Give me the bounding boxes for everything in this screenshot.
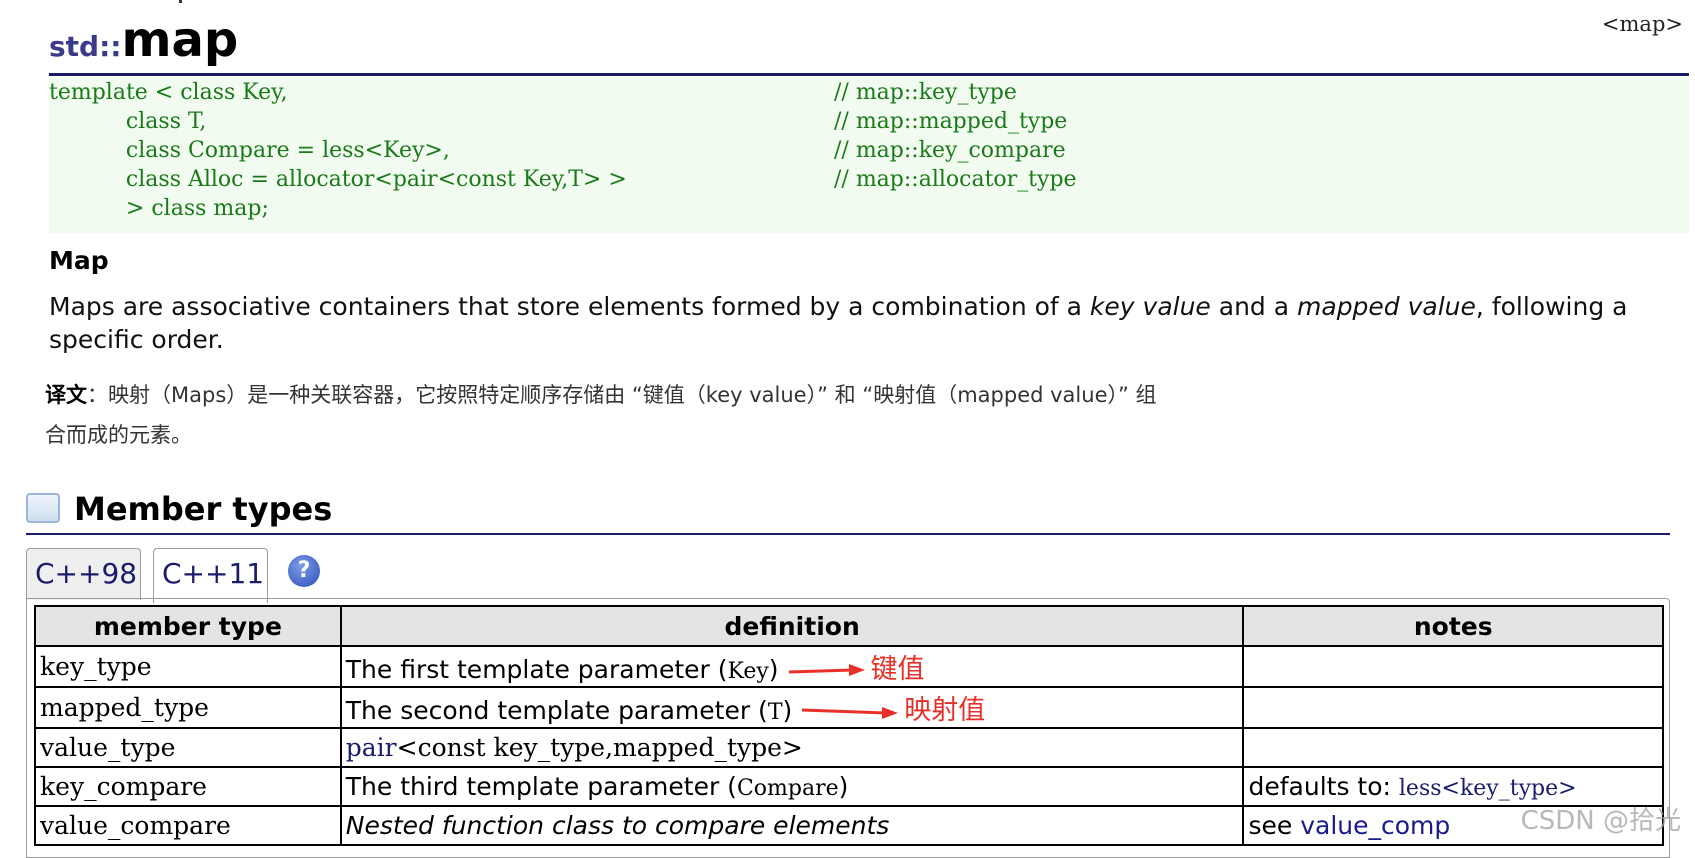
title-rule [49,73,1689,76]
code-comment: // map::key_compare [834,138,1066,163]
title-name: map [121,12,239,68]
watermark: CSDN @拾光 [1520,806,1681,836]
table-row: value_compare Nested function class to c… [34,805,1664,846]
tab-cpp98[interactable]: C++98 [26,548,141,600]
type-cell: key_compare [34,766,342,807]
template-declaration: template < class Key, // map::key_type c… [49,78,1689,233]
translation-label: 译文 [45,383,87,407]
code-line: template < class Key, [49,80,288,105]
definition-cell: The third template parameter (Compare) [339,766,1245,807]
annotation-mapped-value: 映射值 [904,695,986,726]
title-namespace: std:: [49,30,122,63]
definition-cell: The second template parameter (T) 映射值 [339,686,1245,729]
translation-paragraph: 译文：映射（Maps）是一种关联容器，它按照特定顺序存储由 “键值（key va… [45,375,1175,455]
code-comment: // map::key_type [834,80,1017,105]
help-icon[interactable]: ? [288,555,320,587]
code-line: class Alloc = allocator<pair<const Key,T… [49,167,627,192]
table-header-row: member type definition notes [34,605,1664,647]
notes-cell [1242,645,1664,688]
column-header: definition [339,605,1245,647]
header-reference[interactable]: <map> [1602,12,1683,36]
type-cell: mapped_type [34,686,342,729]
member-types-table: member type definition notes key_type Th… [34,605,1664,846]
definition-cell: Nested function class to compare element… [339,805,1245,846]
type-cell: key_type [34,645,342,688]
notes-cell [1242,686,1664,729]
translation-text: ：映射（Maps）是一种关联容器，它按照特定顺序存储由 “键值（key valu… [45,383,1157,447]
notes-cell [1242,727,1664,768]
tab-cpp11[interactable]: C++11 [153,548,268,603]
red-arrow-icon [788,664,865,676]
type-cell: value_type [34,727,342,768]
column-header: member type [34,605,342,647]
definition-cell: The first template parameter (Key) 键值 [339,645,1245,688]
stray-dot [179,0,182,3]
less-link[interactable]: less<key_type> [1399,776,1577,801]
table-row: value_type pair<const key_type,mapped_ty… [34,727,1664,768]
section-icon [26,493,60,523]
member-types-rule [26,533,1670,535]
annotation-key-value: 键值 [870,654,925,685]
table-row: key_type The first template parameter (K… [34,645,1664,688]
column-header: notes [1242,605,1664,647]
type-cell: value_compare [34,805,342,846]
definition-cell: pair<const key_type,mapped_type> [339,727,1245,768]
red-arrow-icon [802,707,899,719]
code-line: > class map; [49,196,269,221]
code-line: class Compare = less<Key>, [49,138,450,163]
pair-link[interactable]: pair [346,733,397,762]
description: Maps are associative containers that sto… [49,292,1628,354]
code-comment: // map::mapped_type [834,109,1068,134]
section-heading-map: Map [49,246,109,275]
value-comp-link[interactable]: value_comp [1300,811,1450,840]
code-line: class T, [49,109,207,134]
table-row: key_compare The third template parameter… [34,766,1664,807]
code-comment: // map::allocator_type [834,167,1077,192]
member-types-heading: Member types [74,490,333,528]
page-title: std::map [49,12,238,70]
table-row: mapped_type The second template paramete… [34,686,1664,729]
